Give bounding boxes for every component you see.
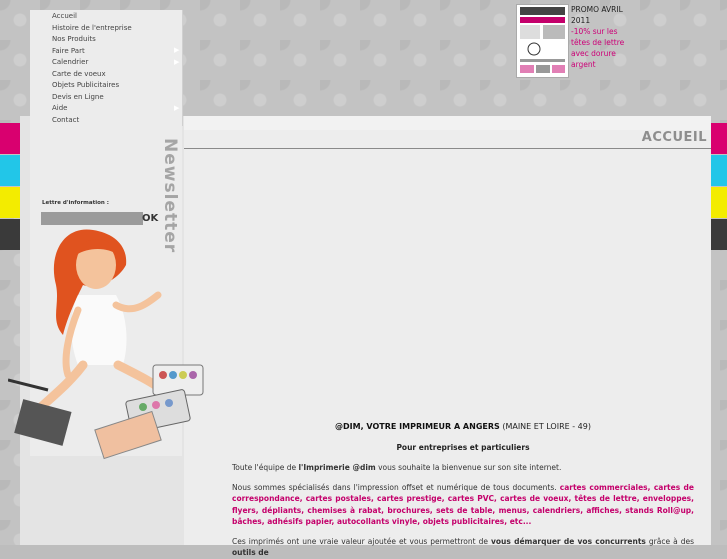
- company-name: l'Imprimerie @dim: [298, 463, 376, 472]
- content-heading-location: (MAINE ET LOIRE - 49): [502, 422, 591, 431]
- promo-description: -10% sur les têtes de lettre avec dorure…: [571, 27, 625, 69]
- menu-item-produits[interactable]: Nos Produits: [52, 34, 96, 44]
- menu-item-calendrier[interactable]: Calendrier: [52, 57, 88, 67]
- promo-text[interactable]: PROMO AVRIL 2011 -10% sur les têtes de l…: [571, 4, 631, 70]
- menu-item-devis[interactable]: Devis en Ligne: [52, 92, 104, 102]
- content-heading-main: @DIM, VOTRE IMPRIMEUR A ANGERS: [335, 422, 500, 431]
- value-paragraph: Ces imprimés ont une vraie valeur ajouté…: [232, 536, 694, 559]
- welcome-text: Toute l'équipe de: [232, 463, 299, 472]
- welcome-text-end: vous souhaite la bienvenue sur son site …: [375, 463, 562, 472]
- main-menu: Accueil Histoire de l'entreprise Nos Pro…: [30, 10, 183, 126]
- promo-title: PROMO AVRIL 2011: [571, 5, 623, 25]
- menu-item-carte-voeux[interactable]: Carte de voeux: [52, 69, 106, 79]
- menu-item-objets[interactable]: Objets Publicitaires: [52, 80, 119, 90]
- services-intro: Nous sommes spécialisés dans l'impressio…: [232, 483, 560, 492]
- promo-image[interactable]: [516, 4, 569, 78]
- content-heading: @DIM, VOTRE IMPRIMEUR A ANGERS (MAINE ET…: [232, 422, 694, 431]
- content-subheading: Pour entreprises et particuliers: [396, 443, 530, 452]
- menu-item-accueil[interactable]: Accueil: [52, 11, 77, 21]
- chevron-right-icon: ▶: [174, 46, 180, 54]
- menu-item-contact[interactable]: Contact: [52, 115, 79, 125]
- woman-illustration: [7, 225, 223, 460]
- value-bold2: outils de: [232, 548, 269, 558]
- chevron-right-icon: ▶: [174, 57, 180, 66]
- services-paragraph: Nous sommes spécialisés dans l'impressio…: [232, 482, 694, 527]
- content-topbar: [184, 116, 711, 130]
- menu-item-histoire[interactable]: Histoire de l'entreprise: [52, 23, 132, 33]
- newsletter-label: Lettre d'information :: [42, 200, 109, 206]
- welcome-paragraph: Toute l'équipe de l'Imprimerie @dim vous…: [232, 462, 694, 473]
- page-title: ACCUEIL: [641, 130, 707, 145]
- menu-item-aide[interactable]: Aide: [52, 103, 67, 113]
- newsletter-email-input[interactable]: [41, 212, 143, 225]
- header-divider: [184, 148, 711, 149]
- menu-item-faire-part[interactable]: Faire Part: [52, 46, 85, 56]
- chevron-right-icon: ▶: [174, 103, 180, 112]
- newsletter-ok-button[interactable]: OK: [142, 213, 158, 224]
